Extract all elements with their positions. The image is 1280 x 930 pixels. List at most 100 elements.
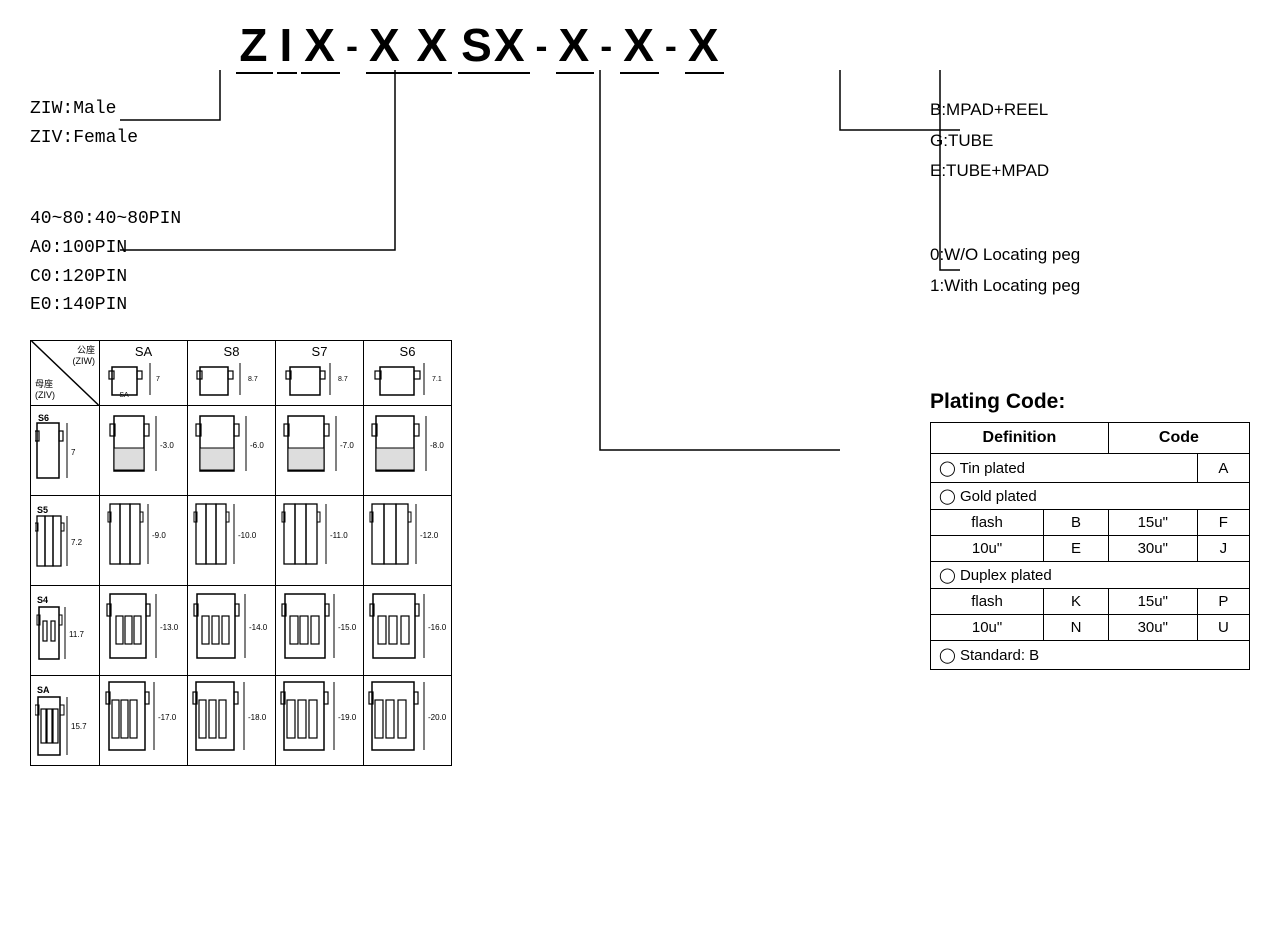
svg-text:-20.0: -20.0 <box>428 713 447 722</box>
svg-text:-13.0: -13.0 <box>160 623 179 632</box>
svg-text:S6: S6 <box>38 413 49 423</box>
grid-header-topleft: 公座(ZIW) 母座(ZIV) <box>31 341 100 406</box>
gold-15u-code: F <box>1197 510 1249 536</box>
gender-description: ZIW:Male ZIV:Female <box>30 95 138 153</box>
svg-text:-15.0: -15.0 <box>338 623 357 632</box>
pn-dash4: - <box>659 25 685 67</box>
tin-plated-label: ◯ Tin plated <box>931 454 1198 483</box>
grid-sa-s6: -20.0 <box>364 676 452 766</box>
duplex-10u-row: 10u" N 30u" U <box>931 615 1250 641</box>
svg-text:-18.0: -18.0 <box>248 713 267 722</box>
grid-s4-sa: -13.0 <box>100 586 188 676</box>
grid-male-label: 公座(ZIW) <box>73 345 96 367</box>
duplex-10u-code: N <box>1044 615 1109 641</box>
svg-text:-10.0: -10.0 <box>238 531 257 540</box>
duplex-15u-label: 15u" <box>1108 589 1197 615</box>
duplex-15u-code: P <box>1197 589 1249 615</box>
connector-grid-container: 公座(ZIW) 母座(ZIV) SA SA 7 <box>30 340 452 766</box>
grid-row-s5-label: S5 7.2 <box>31 496 100 586</box>
svg-text:-14.0: -14.0 <box>249 623 268 632</box>
pn-x1: X <box>301 18 340 74</box>
pn-dash3: - <box>594 25 620 67</box>
grid-col-sa: SA SA 7 <box>100 341 188 406</box>
grid-s5-s8: -10.0 <box>188 496 276 586</box>
grid-s4-s6: -16.0 <box>364 586 452 676</box>
svg-text:7: 7 <box>71 448 76 457</box>
svg-text:-16.0: -16.0 <box>428 623 447 632</box>
grid-row-s6-label: S6 7 <box>31 406 100 496</box>
duplex-30u-label: 30u" <box>1108 615 1197 641</box>
svg-text:-17.0: -17.0 <box>158 713 177 722</box>
svg-text:SA: SA <box>119 392 129 399</box>
svg-text:S5: S5 <box>37 505 48 515</box>
pn-z: Z <box>236 18 272 74</box>
grid-row-sa-label: SA 15.7 <box>31 676 100 766</box>
svg-text:7.1: 7.1 <box>432 376 442 383</box>
svg-text:15.7: 15.7 <box>71 722 87 731</box>
svg-text:-19.0: -19.0 <box>338 713 357 722</box>
svg-text:-9.0: -9.0 <box>152 531 166 540</box>
gold-flash-code: B <box>1044 510 1109 536</box>
duplex-plated-header: ◯ Duplex plated <box>931 562 1250 589</box>
pn-x2: X <box>556 18 595 74</box>
plating-header-definition: Definition <box>931 423 1109 454</box>
grid-col-s7: S7 8.7 <box>276 341 364 406</box>
connector-grid-table: 公座(ZIW) 母座(ZIV) SA SA 7 <box>30 340 452 766</box>
gold-10u-code: E <box>1044 536 1109 562</box>
pn-dash2: - <box>530 25 556 67</box>
gold-30u-label: 30u" <box>1108 536 1197 562</box>
svg-text:-7.0: -7.0 <box>340 441 354 450</box>
locating-description: 0:W/O Locating peg 1:With Locating peg <box>930 240 1250 301</box>
grid-sa-s8: -18.0 <box>188 676 276 766</box>
gold-15u-label: 15u" <box>1108 510 1197 536</box>
grid-col-s8: S8 8.7 <box>188 341 276 406</box>
duplex-plated-label: ◯ Duplex plated <box>931 562 1250 589</box>
part-number-display: Z I X - X X SX - X - X - X <box>80 18 880 74</box>
pin-e0: E0:140PIN <box>30 291 181 320</box>
grid-s6-sa: -3.0 <box>100 406 188 496</box>
plating-title: Plating Code: <box>930 390 1250 414</box>
gold-10u-label: 10u" <box>931 536 1044 562</box>
tin-plated-row: ◯ Tin plated A <box>931 454 1250 483</box>
pkg-g: G:TUBE <box>930 126 1250 157</box>
loc-1: 1:With Locating peg <box>930 271 1250 302</box>
standard-row: ◯ Standard: B <box>931 641 1250 670</box>
pn-sx: SX <box>458 18 529 74</box>
svg-text:SA: SA <box>37 685 50 695</box>
gold-30u-code: J <box>1197 536 1249 562</box>
plating-section: Plating Code: Definition Code ◯ Tin plat… <box>930 390 1250 670</box>
svg-text:7.2: 7.2 <box>71 538 83 547</box>
grid-sa-s7: -19.0 <box>276 676 364 766</box>
svg-text:11.7: 11.7 <box>69 630 85 639</box>
svg-text:8.7: 8.7 <box>248 376 258 383</box>
ziv-label: ZIV:Female <box>30 124 138 153</box>
grid-s4-s7: -15.0 <box>276 586 364 676</box>
loc-0: 0:W/O Locating peg <box>930 240 1250 271</box>
svg-text:7: 7 <box>156 376 160 383</box>
duplex-flash-code: K <box>1044 589 1109 615</box>
duplex-flash-label: flash <box>931 589 1044 615</box>
packaging-description: B:MPAD+REEL G:TUBE E:TUBE+MPAD <box>930 95 1250 187</box>
plating-header-code: Code <box>1108 423 1249 454</box>
tin-plated-code: A <box>1197 454 1249 483</box>
gold-plated-label: ◯ Gold plated <box>931 483 1250 510</box>
duplex-flash-row: flash K 15u" P <box>931 589 1250 615</box>
pkg-e: E:TUBE+MPAD <box>930 156 1250 187</box>
svg-text:-12.0: -12.0 <box>420 531 439 540</box>
duplex-10u-label: 10u" <box>931 615 1044 641</box>
grid-col-s6: S6 7.1 <box>364 341 452 406</box>
grid-s4-s8: -14.0 <box>188 586 276 676</box>
gold-10u-row: 10u" E 30u" J <box>931 536 1250 562</box>
svg-text:-11.0: -11.0 <box>330 531 348 540</box>
pn-x3: X <box>620 18 659 74</box>
pn-dash1: - <box>340 25 366 67</box>
grid-row-s4-label: S4 11.7 <box>31 586 100 676</box>
svg-text:S4: S4 <box>37 595 48 605</box>
pkg-b: B:MPAD+REEL <box>930 95 1250 126</box>
grid-s6-s8: -6.0 <box>188 406 276 496</box>
svg-text:-3.0: -3.0 <box>160 441 174 450</box>
pin-c0: C0:120PIN <box>30 263 181 292</box>
pn-xx: X X <box>366 18 452 74</box>
standard-label: ◯ Standard: B <box>931 641 1250 670</box>
gold-flash-label: flash <box>931 510 1044 536</box>
